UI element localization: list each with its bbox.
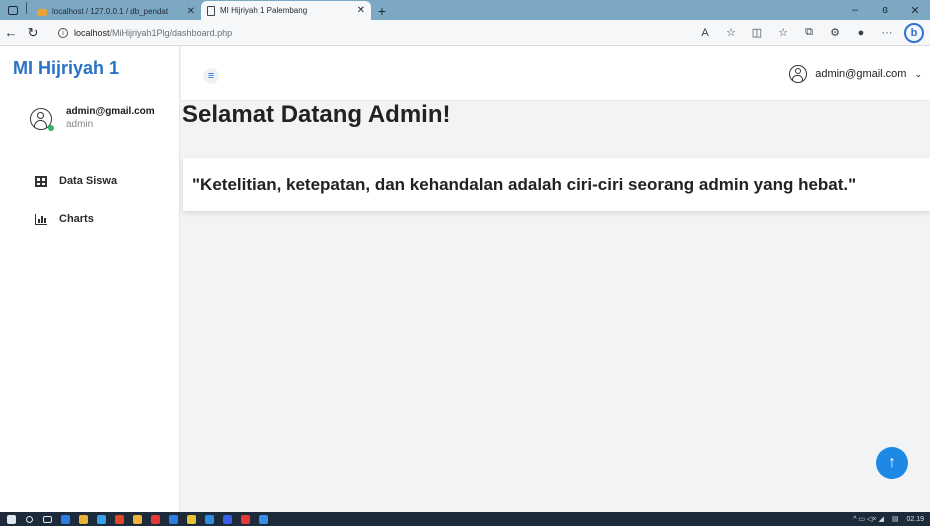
collections-icon[interactable]: ⧉ — [796, 26, 822, 39]
search-icon[interactable] — [20, 512, 38, 526]
favorites-icon[interactable]: ☆ — [770, 26, 796, 39]
taskbar-apps — [0, 512, 272, 526]
tab-separator — [26, 2, 27, 14]
clock[interactable]: 02.19 — [906, 516, 924, 523]
app: MI Hijriyah 1 admin@gmail.com admin Data… — [0, 46, 930, 512]
window-controls: – ɞ ✕ — [840, 0, 930, 20]
split-screen-icon[interactable]: ◫ — [744, 26, 770, 39]
windows-taskbar: ^ ▭ ◁× ◢ ▤ 02.19 — [0, 512, 930, 526]
browser-tab-strip: localhost / 127.0.0.1 / db_pendat ✕ MI H… — [0, 0, 930, 20]
taskbar-app-icon[interactable] — [236, 512, 254, 526]
sidebar-item-label: Charts — [59, 213, 94, 225]
sidebar: MI Hijriyah 1 admin@gmail.com admin Data… — [0, 46, 180, 512]
profile-name: admin@gmail.com — [66, 106, 155, 117]
taskbar-app-icon[interactable] — [254, 512, 272, 526]
taskbar-app-icon[interactable] — [164, 512, 182, 526]
phpmyadmin-favicon-icon — [37, 9, 47, 16]
extensions-icon[interactable]: ⚙ — [822, 26, 848, 39]
system-tray: ^ ▭ ◁× ◢ ▤ 02.19 — [853, 515, 930, 524]
browser-toolbar: A ☆ ◫ ☆ ⧉ ⚙ ● ··· b — [692, 22, 930, 43]
close-tab-icon[interactable]: ✕ — [357, 5, 365, 16]
sidebar-item-label: Data Siswa — [59, 175, 118, 187]
new-tab-button[interactable]: + — [371, 2, 393, 20]
page-favicon-icon — [207, 5, 215, 16]
browser-address-bar: ← ↻ i localhost/MiHijriyah1Plg/dashboard… — [0, 20, 930, 46]
start-icon[interactable] — [2, 512, 20, 526]
profile-icon[interactable]: ● — [848, 27, 874, 39]
url-host: localhost — [74, 27, 110, 38]
taskbar-app-icon[interactable] — [92, 512, 110, 526]
tab-label: localhost / 127.0.0.1 / db_pendat — [52, 6, 169, 16]
maximize-button[interactable]: ɞ — [870, 0, 900, 20]
taskbar-app-icon[interactable] — [146, 512, 164, 526]
tab-actions-button[interactable] — [0, 0, 26, 20]
table-icon — [35, 175, 47, 187]
avatar-icon — [30, 108, 54, 131]
chart-icon — [35, 213, 47, 225]
taskbar-app-icon[interactable] — [110, 512, 128, 526]
url-field[interactable]: i localhost/MiHijriyah1Plg/dashboard.php — [50, 22, 680, 43]
chevron-down-icon: ⌄ — [914, 68, 922, 79]
read-aloud-icon[interactable]: A — [692, 27, 718, 39]
menu-toggle-button[interactable]: ≡ — [203, 68, 219, 84]
taskbar-app-icon[interactable] — [74, 512, 92, 526]
taskbar-app-icon[interactable] — [200, 512, 218, 526]
task-view-icon[interactable] — [38, 512, 56, 526]
taskbar-app-icon[interactable] — [56, 512, 74, 526]
taskbar-app-icon[interactable] — [128, 512, 146, 526]
url-path: /MiHijriyah1Plg/dashboard.php — [109, 27, 233, 38]
online-status-icon — [48, 125, 54, 131]
quote-card: "Ketelitian, ketepatan, dan kehandalan a… — [183, 158, 930, 211]
sidebar-item-charts[interactable]: Charts — [0, 200, 180, 238]
user-avatar-icon — [789, 65, 808, 83]
sidebar-item-data-siswa[interactable]: Data Siswa — [0, 162, 180, 200]
tab-label: MI Hijriyah 1 Palembang — [220, 6, 308, 15]
browser-tab-dashboard[interactable]: MI Hijriyah 1 Palembang ✕ — [201, 1, 371, 20]
bing-icon[interactable]: b — [904, 22, 924, 43]
refresh-icon[interactable]: ↻ — [22, 25, 44, 41]
favorite-star-icon[interactable]: ☆ — [718, 26, 744, 39]
brand-logo[interactable]: MI Hijriyah 1 — [13, 58, 119, 79]
quote-text: "Ketelitian, ketepatan, dan kehandalan a… — [192, 174, 857, 194]
more-icon[interactable]: ··· — [874, 27, 900, 39]
browser-tab-phpmyadmin[interactable]: localhost / 127.0.0.1 / db_pendat ✕ — [31, 2, 201, 20]
sidebar-menu: Data Siswa Charts — [0, 162, 180, 238]
back-arrow-icon[interactable]: ← — [0, 25, 22, 40]
minimize-button[interactable]: – — [840, 0, 870, 20]
topbar: ≡ admin@gmail.com ⌄ — [181, 46, 930, 101]
taskbar-app-icon[interactable] — [182, 512, 200, 526]
user-email: admin@gmail.com — [815, 68, 907, 80]
user-menu-dropdown[interactable]: admin@gmail.com ⌄ — [789, 65, 922, 83]
taskbar-app-icon[interactable] — [218, 512, 236, 526]
page-title: Selamat Datang Admin! — [182, 101, 451, 128]
tray-icons[interactable]: ^ ▭ ◁× ◢ — [853, 515, 884, 523]
profile-role: admin — [66, 119, 94, 130]
notification-icon[interactable]: ▤ — [892, 515, 899, 523]
scroll-to-top-button[interactable]: ↑ — [876, 447, 908, 479]
close-window-button[interactable]: ✕ — [900, 0, 930, 20]
close-tab-icon[interactable]: ✕ — [187, 6, 195, 17]
site-info-icon[interactable]: i — [58, 27, 68, 38]
